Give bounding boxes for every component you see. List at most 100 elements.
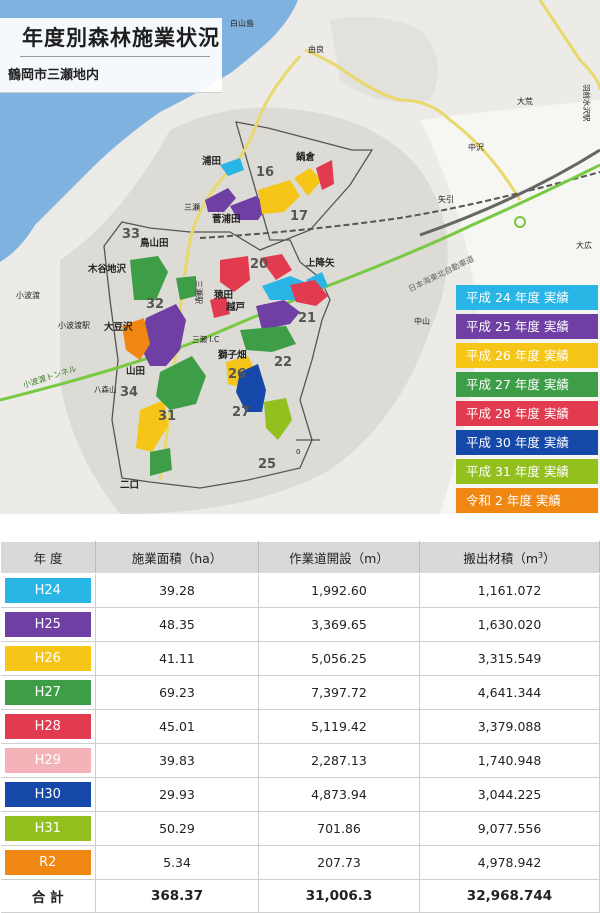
label-koshido: 越戸	[225, 301, 246, 313]
total-volume: 32,968.744	[419, 879, 600, 913]
area-cell: 50.29	[95, 811, 259, 846]
year-cell: H26	[0, 641, 96, 676]
year-badge: H26	[4, 646, 91, 671]
total-road: 31,006.3	[258, 879, 420, 913]
header-area: 施業面積（ha）	[95, 541, 259, 574]
road-cell: 701.86	[258, 811, 420, 846]
label-ohiro: 大広	[576, 240, 592, 250]
year-cell: H27	[0, 675, 96, 710]
year-cell: H28	[0, 709, 96, 744]
road-cell: 1,992.60	[258, 573, 420, 608]
summary-table: 年 度 施業面積（ha） 作業道開設（m） 搬出材積（m3） H24 39.28 1…	[0, 541, 600, 913]
label-kobukita: 木谷地沢	[87, 263, 127, 275]
area-number-33: 33	[122, 227, 140, 242]
total-label: 合 計	[0, 879, 96, 913]
table-row: H28 45.01 5,119.42 3,379.088	[0, 709, 600, 744]
label-kamikoya: 上降矢	[306, 257, 335, 269]
header-volume: 搬出材積（m3）	[419, 541, 600, 574]
label-nakazawa: 中沢	[468, 142, 484, 152]
table-row: H25 48.35 3,369.65 1,630.020	[0, 607, 600, 642]
label-sanze: 三瀬	[184, 202, 200, 212]
label-shishikobata: 獅子畑	[218, 349, 247, 361]
legend-item: 平成 27 年度 実績	[456, 372, 598, 397]
label-yabiki: 矢引	[438, 194, 454, 204]
year-badge: H29	[4, 748, 91, 773]
year-cell: H29	[0, 743, 96, 778]
area-cell: 29.93	[95, 777, 259, 812]
area-cell: 39.83	[95, 743, 259, 778]
table-row: H30 29.93 4,873.94 3,044.225	[0, 777, 600, 812]
year-cell: H31	[0, 811, 96, 846]
label-scale0: 0	[296, 448, 300, 456]
table-row: H27 69.23 7,397.72 4,641.344	[0, 675, 600, 710]
label-nakayama: 中山	[414, 316, 430, 326]
legend-item: 平成 28 年度 実績	[456, 401, 598, 426]
title-divider	[20, 56, 210, 57]
table-row: H24 39.28 1,992.60 1,161.072	[0, 573, 600, 608]
year-cell: H25	[0, 607, 96, 642]
total-area: 368.37	[95, 879, 259, 913]
road-cell: 4,873.94	[258, 777, 420, 812]
label-urata: 浦田	[202, 155, 221, 167]
year-badge: H28	[4, 714, 91, 739]
area-cell: 39.28	[95, 573, 259, 608]
area-number-27: 27	[232, 405, 250, 420]
label-sanze-ic: 三瀬 I.C	[192, 334, 219, 344]
volume-cell: 1,740.948	[419, 743, 600, 778]
year-badge: H25	[4, 612, 91, 637]
volume-cell: 3,379.088	[419, 709, 600, 744]
table-row: H31 50.29 701.86 9,077.556	[0, 811, 600, 846]
legend-item: 平成 31 年度 実績	[456, 459, 598, 484]
area-cell: 45.01	[95, 709, 259, 744]
label-sugaurata: 菅浦田	[212, 213, 241, 225]
label-hata: 羽前水沢駅	[582, 84, 592, 122]
label-sanze-eki: 三瀬駅	[194, 280, 204, 304]
year-cell: H30	[0, 777, 96, 812]
area-number-26: 26	[228, 367, 246, 382]
legend-item: 平成 26 年度 実績	[456, 343, 598, 368]
area-number-21: 21	[298, 311, 316, 326]
volume-cell: 3,044.225	[419, 777, 600, 812]
label-futakuchi: 二口	[120, 480, 139, 491]
volume-cell: 1,630.020	[419, 607, 600, 642]
road-cell: 2,287.13	[258, 743, 420, 778]
area-number-17: 17	[290, 209, 308, 224]
road-cell: 7,397.72	[258, 675, 420, 710]
label-kotaki: 小波渡	[16, 290, 40, 300]
road-cell: 3,369.65	[258, 607, 420, 642]
table-row: H29 39.83 2,287.13 1,740.948	[0, 743, 600, 778]
year-badge: H24	[4, 578, 91, 603]
area-number-32: 32	[146, 297, 164, 312]
header-year: 年 度	[0, 541, 96, 574]
volume-cell: 4,641.344	[419, 675, 600, 710]
total-row: 合 計 368.37 31,006.3 32,968.744	[0, 879, 600, 913]
legend-item: 令和 2 年度 実績	[456, 488, 598, 513]
area-number-20: 20	[250, 257, 268, 272]
volume-cell: 3,315.549	[419, 641, 600, 676]
year-badge: H27	[4, 680, 91, 705]
label-hakusanjima: 白山島	[230, 18, 254, 28]
legend-item: 平成 25 年度 実績	[456, 314, 598, 339]
area-cell: 69.23	[95, 675, 259, 710]
area-number-31: 31	[158, 409, 176, 424]
year-badge: R2	[4, 850, 91, 875]
area-number-34: 34	[120, 385, 138, 400]
label-kotaki-eki: 小波渡駅	[58, 320, 90, 330]
road-cell: 5,119.42	[258, 709, 420, 744]
header-road: 作業道開設（m）	[258, 541, 420, 574]
area-number-22: 22	[274, 355, 292, 370]
label-nabekura: 鍋倉	[296, 151, 316, 163]
year-badge: H31	[4, 816, 91, 841]
legend-item: 平成 24 年度 実績	[456, 285, 598, 310]
area-cell: 41.11	[95, 641, 259, 676]
road-cell: 5,056.25	[258, 641, 420, 676]
year-cell: H24	[0, 573, 96, 608]
area-cell: 48.35	[95, 607, 259, 642]
map-legend: 平成 24 年度 実績 平成 25 年度 実績 平成 26 年度 実績 平成 27 年…	[456, 285, 598, 517]
table-header-row: 年 度 施業面積（ha） 作業道開設（m） 搬出材積（m3）	[0, 541, 600, 574]
label-saruta: 猿田	[213, 289, 233, 301]
label-yura: 由良	[308, 44, 324, 54]
area-number-25: 25	[258, 457, 276, 472]
page-subtitle: 鶴岡市三瀬地内	[8, 68, 100, 83]
page-title: 年度別森林施業状況	[22, 25, 220, 50]
